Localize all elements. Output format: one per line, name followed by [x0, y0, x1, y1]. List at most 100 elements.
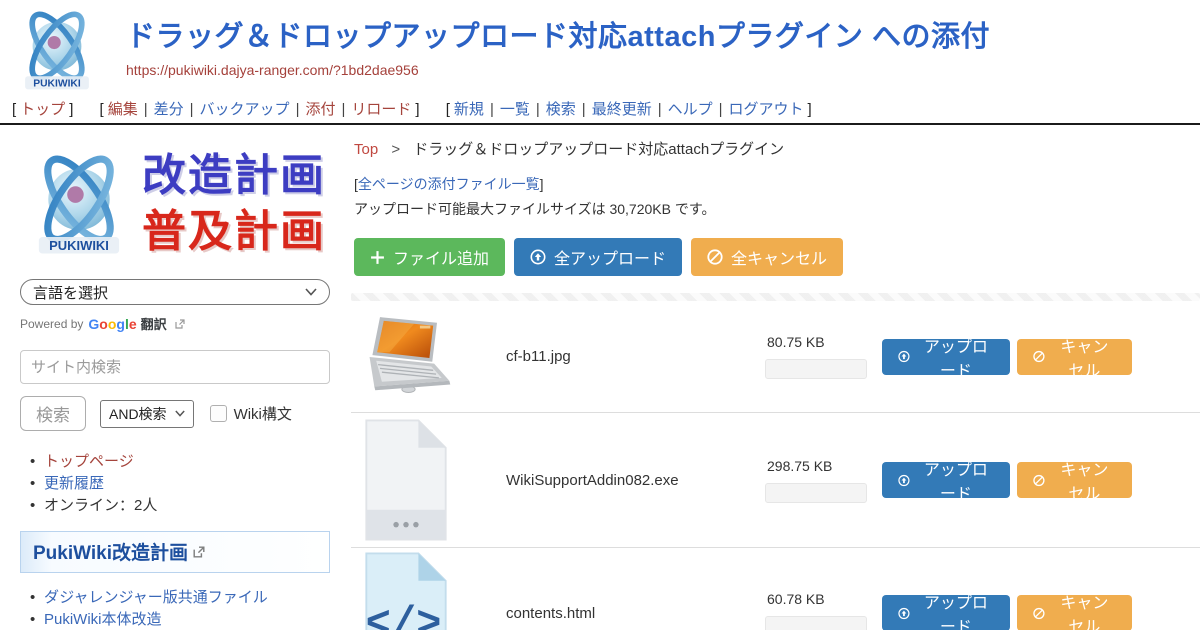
main-content: Top > ドラッグ＆ドロップアップロード対応attachプラグイン [全ページ… [345, 125, 1200, 630]
nav-item-search[interactable]: 検索 [546, 101, 576, 118]
code-glyph: </> [366, 600, 442, 630]
search-mode-select[interactable]: AND検索 [100, 400, 194, 428]
nav-item-attach[interactable]: 添付 [305, 101, 335, 118]
cancel-all-button[interactable]: 全キャンセル [691, 238, 843, 276]
bracket: [ [100, 101, 104, 118]
cancel-button[interactable]: キャンセル [1017, 595, 1132, 630]
file-name: cf-b11.jpg [506, 348, 765, 365]
file-size: 60.78 KB [765, 591, 867, 607]
upload-circle-icon [898, 473, 910, 488]
separator: | [536, 101, 540, 118]
breadcrumb-home-link[interactable]: Top [354, 141, 378, 158]
external-link-icon [193, 546, 205, 558]
nav-item-recent[interactable]: 最終更新 [592, 101, 652, 118]
list-item: オンライン：2人 [20, 495, 330, 516]
upload-button[interactable]: アップロード [882, 595, 1010, 630]
pukiwiki-logo-icon[interactable]: PUKIWIKI [10, 5, 104, 95]
sidebar-section-header[interactable]: PukiWiki改造計画 [20, 531, 330, 573]
dropzone-stripe-bar [351, 293, 1200, 301]
list-item: トップページ [20, 451, 330, 472]
upload-progress-bar [765, 359, 867, 379]
bracket: [ [12, 101, 16, 118]
upload-circle-icon [898, 349, 910, 364]
bracket: [ [446, 101, 450, 118]
nav-item-edit[interactable]: 編集 [108, 101, 138, 118]
sidebar-logo-line2: 普及計画 [142, 204, 326, 260]
upload-all-button[interactable]: 全アップロード [514, 238, 682, 276]
html-file-icon: </> [361, 551, 451, 630]
separator: | [341, 101, 345, 118]
bracket: ] [540, 176, 544, 192]
sidebar-item-history[interactable]: 更新履歴 [44, 475, 104, 492]
sidebar-logo-line1: 改造計画 [142, 148, 326, 204]
separator: | [190, 101, 194, 118]
sidebar-links-bottom: ダジャレンジャー版共通ファイル PukiWiki本体改造 PukiWikiテキス… [20, 587, 330, 630]
language-select-value: 言語を選択 [33, 282, 108, 303]
wiki-syntax-label: Wiki構文 [234, 403, 292, 424]
sidebar-online-count: オンライン：2人 [44, 497, 157, 514]
sidebar-item-toppage[interactable]: トップページ [44, 453, 134, 470]
sidebar-item-core-mod[interactable]: PukiWiki本体改造 [44, 611, 162, 628]
search-button[interactable]: 検索 [20, 396, 86, 431]
language-select[interactable]: 言語を選択 [20, 279, 330, 305]
nav-group-top: [トップ] [8, 101, 77, 118]
upload-button[interactable]: アップロード [882, 339, 1010, 375]
breadcrumb: Top > ドラッグ＆ドロップアップロード対応attachプラグイン [351, 138, 1200, 159]
plus-icon [370, 250, 385, 265]
wiki-syntax-checkbox[interactable] [210, 405, 227, 422]
file-row: cf-b11.jpg 80.75 KB アップロード キャンセル [351, 301, 1200, 413]
separator: | [658, 101, 662, 118]
external-link-icon [175, 319, 185, 329]
upload-circle-icon [898, 606, 910, 621]
add-files-button[interactable]: ファイル追加 [354, 238, 505, 276]
google-wordmark: Google [88, 316, 136, 332]
upload-progress-bar [765, 616, 867, 630]
file-row: WikiSupportAddin082.exe 298.75 KB アップロード… [351, 413, 1200, 548]
site-search-input[interactable] [20, 350, 330, 384]
upload-toolbar: ファイル追加 全アップロード 全キャンセル [351, 238, 1200, 276]
nav-item-reload[interactable]: リロード [351, 101, 411, 118]
list-item: PukiWiki本体改造 [20, 609, 330, 630]
page-header: PUKIWIKI ドラッグ＆ドロップアップロード対応attachプラグイン への… [0, 0, 1200, 96]
powered-by-text: Powered by [20, 317, 83, 331]
nav-item-help[interactable]: ヘルプ [668, 101, 713, 118]
separator: | [719, 101, 723, 118]
upload-circle-icon [530, 249, 546, 265]
sidebar-item-common-files[interactable]: ダジャレンジャー版共通ファイル [44, 589, 268, 606]
separator: | [582, 101, 586, 118]
nav-item-backup[interactable]: バックアップ [200, 101, 290, 118]
upload-progress-bar [765, 483, 867, 503]
translate-label[interactable]: 翻訳 [141, 314, 167, 333]
upload-button[interactable]: アップロード [882, 462, 1010, 498]
nav-item-logout[interactable]: ログアウト [729, 101, 804, 118]
sidebar: PUKIWIKI 改造計画 普及計画 言語を選択 Powered by Goog… [0, 125, 345, 630]
chevron-down-icon [305, 288, 317, 296]
svg-text:PUKIWIKI: PUKIWIKI [49, 238, 109, 253]
bracket: ] [69, 101, 73, 118]
nav-group-site: [新規|一覧|検索|最終更新|ヘルプ|ログアウト] [442, 101, 816, 118]
cancel-button[interactable]: キャンセル [1017, 462, 1132, 498]
cancel-button[interactable]: キャンセル [1017, 339, 1132, 375]
breadcrumb-current: ドラッグ＆ドロップアップロード対応attachプラグイン [413, 141, 784, 158]
sidebar-logo[interactable]: PUKIWIKI 改造計画 普及計画 [20, 139, 330, 269]
ban-icon [1033, 606, 1045, 621]
separator: | [490, 101, 494, 118]
chevron-down-icon [175, 410, 185, 417]
file-size: 80.75 KB [765, 334, 867, 350]
ban-icon [707, 249, 723, 265]
search-mode-value: AND検索 [109, 404, 167, 424]
separator: | [144, 101, 148, 118]
file-size: 298.75 KB [765, 458, 867, 474]
all-attachments-link[interactable]: 全ページの添付ファイル一覧 [358, 176, 540, 192]
nav-item-diff[interactable]: 差分 [154, 101, 184, 118]
page-url-link[interactable]: https://pukiwiki.dajya-ranger.com/?1bd2d… [126, 62, 419, 78]
breadcrumb-separator: > [391, 141, 400, 158]
bracket: ] [415, 101, 419, 118]
nav-item-top[interactable]: トップ [20, 101, 65, 118]
nav-item-list[interactable]: 一覧 [500, 101, 530, 118]
sidebar-section-title: PukiWiki改造計画 [33, 538, 188, 565]
laptop-photo-thumbnail [361, 314, 456, 400]
ban-icon [1033, 473, 1045, 488]
page-title: ドラッグ＆ドロップアップロード対応attachプラグイン への添付 [126, 20, 1200, 54]
nav-item-new[interactable]: 新規 [454, 101, 484, 118]
